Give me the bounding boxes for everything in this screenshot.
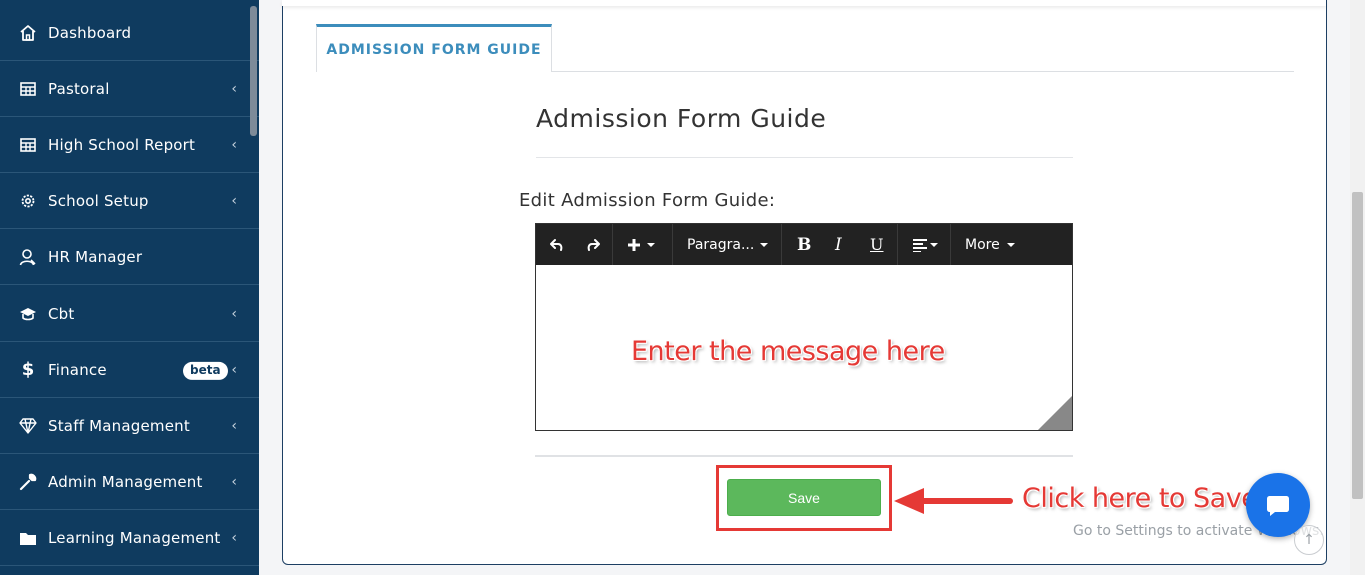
dollar-icon: $ bbox=[21, 359, 35, 380]
form-divider bbox=[535, 455, 1073, 457]
sidebar-item-dashboard[interactable]: Dashboard bbox=[0, 5, 259, 61]
chevron-left-icon: ‹ bbox=[231, 80, 237, 97]
top-bar bbox=[282, 0, 1326, 6]
graduation-cap-icon bbox=[18, 306, 38, 322]
chevron-left-icon: ‹ bbox=[231, 361, 237, 378]
chevron-left-icon: ‹ bbox=[231, 136, 237, 153]
sidebar-item-label: Admin Management bbox=[48, 472, 203, 491]
caret-down-icon bbox=[1006, 242, 1015, 247]
table-icon bbox=[18, 81, 38, 96]
sidebar-item-staff-management[interactable]: Staff Management ‹ bbox=[0, 398, 259, 454]
home-icon bbox=[18, 24, 38, 42]
bold-button[interactable]: B bbox=[797, 224, 811, 265]
sidebar-item-label: HR Manager bbox=[48, 247, 143, 266]
toolbar-separator bbox=[781, 224, 782, 265]
edit-label: Edit Admission Form Guide: bbox=[519, 190, 776, 211]
sidebar-item-label: School Setup bbox=[48, 191, 149, 210]
beta-badge: beta bbox=[183, 361, 228, 380]
sidebar-item-hr-manager[interactable]: HR Manager bbox=[0, 229, 259, 285]
sidebar-item-learning-management[interactable]: Learning Management ‹ bbox=[0, 510, 259, 566]
sidebar-item-label: Cbt bbox=[48, 304, 75, 323]
paragraph-format-label: Paragra... bbox=[687, 236, 755, 253]
sidebar-item-cbt[interactable]: Cbt ‹ bbox=[0, 286, 259, 342]
toolbar-separator bbox=[612, 224, 613, 265]
redo-icon[interactable] bbox=[586, 224, 600, 265]
insert-plus-icon[interactable] bbox=[627, 224, 657, 265]
sidebar-item-label: Learning Management bbox=[48, 528, 221, 547]
sidebar-item-label: Dashboard bbox=[48, 23, 132, 42]
toolbar-separator bbox=[950, 224, 951, 265]
chevron-left-icon: ‹ bbox=[231, 192, 237, 209]
gear-icon bbox=[18, 192, 38, 210]
more-dropdown[interactable]: More bbox=[965, 224, 1017, 265]
chevron-left-icon: ‹ bbox=[231, 529, 237, 546]
table-icon bbox=[18, 137, 38, 152]
sidebar: Dashboard Pastoral ‹ High School Report … bbox=[0, 0, 259, 575]
folder-icon bbox=[18, 530, 38, 546]
sidebar-item-high-school-report[interactable]: High School Report ‹ bbox=[0, 117, 259, 173]
align-left-icon[interactable] bbox=[912, 224, 940, 265]
sidebar-item-admin-management[interactable]: Admin Management ‹ bbox=[0, 454, 259, 510]
editor-toolbar: Paragra... B I U More bbox=[536, 224, 1072, 265]
scroll-up-icon[interactable]: ↑ bbox=[1294, 525, 1324, 555]
caret-down-icon bbox=[760, 242, 769, 247]
sidebar-item-label: Pastoral bbox=[48, 79, 110, 98]
wrench-icon bbox=[18, 473, 38, 491]
sidebar-item-finance[interactable]: $ Finance beta ‹ bbox=[0, 342, 259, 398]
annotation-editor-hint: Enter the message here bbox=[631, 336, 945, 367]
toolbar-separator bbox=[672, 224, 673, 265]
title-divider bbox=[536, 157, 1073, 158]
page-scrollbar-thumb[interactable] bbox=[1352, 192, 1363, 499]
underline-button[interactable]: U bbox=[870, 224, 883, 265]
toolbar-separator bbox=[897, 224, 898, 265]
undo-icon[interactable] bbox=[550, 224, 564, 265]
more-label: More bbox=[965, 236, 1000, 253]
rich-text-editor: Paragra... B I U More bbox=[535, 223, 1073, 431]
tab-divider bbox=[551, 71, 1294, 72]
sidebar-scrollbar[interactable] bbox=[250, 6, 257, 136]
diamond-icon bbox=[18, 417, 38, 434]
user-icon bbox=[18, 248, 38, 266]
sidebar-item-pastoral[interactable]: Pastoral ‹ bbox=[0, 61, 259, 117]
italic-button[interactable]: I bbox=[835, 224, 842, 265]
sidebar-item-school-setup[interactable]: School Setup ‹ bbox=[0, 173, 259, 229]
resize-handle[interactable] bbox=[1038, 396, 1072, 430]
chevron-left-icon: ‹ bbox=[231, 305, 237, 322]
sidebar-item-label: High School Report bbox=[48, 135, 196, 154]
annotation-save-hint: Click here to Save. bbox=[1022, 483, 1266, 514]
sidebar-item-label: Finance bbox=[48, 360, 107, 379]
paragraph-format-dropdown[interactable]: Paragra... bbox=[687, 224, 770, 265]
page-title: Admission Form Guide bbox=[536, 104, 827, 133]
tab-admission-form-guide[interactable]: ADMISSION FORM GUIDE bbox=[316, 24, 552, 72]
chevron-left-icon: ‹ bbox=[231, 417, 237, 434]
sidebar-item-label: Staff Management bbox=[48, 416, 190, 435]
chevron-left-icon: ‹ bbox=[231, 473, 237, 490]
annotation-arrow-icon bbox=[894, 488, 1013, 514]
chat-bubble-icon bbox=[1267, 496, 1289, 516]
save-button[interactable]: Save bbox=[727, 479, 881, 516]
